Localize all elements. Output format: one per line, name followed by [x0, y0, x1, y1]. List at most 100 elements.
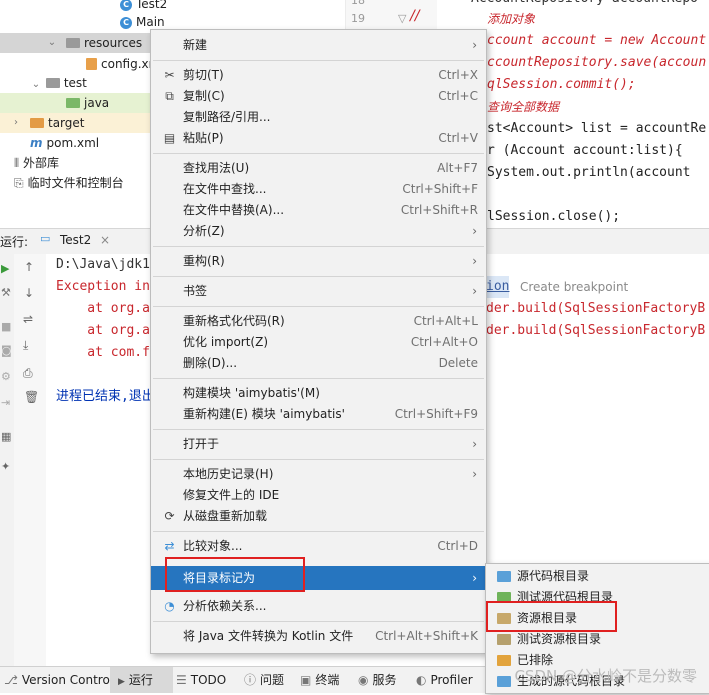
list-icon: ☰ [176, 673, 187, 687]
console-line: at org.a [56, 301, 150, 316]
chevron-right-icon: › [472, 571, 477, 585]
menu-item-build-module[interactable]: 构建模块 'aimybatis'(M) [151, 383, 486, 404]
run-tab[interactable]: ▶ 运行 [110, 667, 173, 693]
class-icon: C [120, 0, 132, 11]
menu-item-compare-with[interactable]: ⇄ 比较对象... Ctrl+D [151, 536, 486, 557]
submenu-item-sources-root[interactable]: 源代码根目录 [486, 566, 709, 587]
menu-item-repair-ide[interactable]: 修复文件上的 IDE [151, 485, 486, 506]
tree-item-scratches[interactable]: ⎘ 临时文件和控制台 [14, 173, 124, 193]
code-line: qlSession.commit(); [487, 77, 636, 92]
arrow-down-icon[interactable]: ↓ [24, 286, 34, 300]
menu-item-rebuild-module[interactable]: 重新构建(E) 模块 'aimybatis' Ctrl+Shift+F9 [151, 404, 486, 425]
menu-separator [153, 246, 484, 247]
chevron-right-icon: › [472, 38, 477, 52]
fold-icon[interactable]: ▽ [398, 12, 406, 25]
folder-icon [66, 37, 80, 48]
test-folder-icon [66, 97, 80, 108]
chevron-down-icon: ⌄ [31, 79, 41, 90]
maven-icon: m [30, 136, 43, 150]
rerun-icon[interactable]: ▶ [1, 262, 9, 275]
tree-item-target[interactable]: › target [0, 113, 150, 133]
tree-item-pom[interactable]: m pom.xml [30, 133, 99, 153]
dependency-icon: ◔ [164, 599, 175, 613]
menu-item-cut[interactable]: ✂ 剪切(T) Ctrl+X [151, 65, 486, 86]
menu-item-copy[interactable]: ⧉ 复制(C) Ctrl+C [151, 86, 486, 107]
console-line: 进程已结束,退出 [56, 389, 155, 404]
terminal-icon: ▣ [300, 673, 312, 687]
console-line: der.build(SqlSessionFactoryB [486, 301, 706, 316]
code-comment: 查询全部数据 [487, 100, 560, 114]
layout-icon[interactable]: ▦ [1, 430, 11, 443]
menu-item-reload-from-disk[interactable]: ⟳ 从磁盘重新加载 [151, 506, 486, 527]
menu-item-local-history[interactable]: 本地历史记录(H) › [151, 464, 486, 485]
version-control-tab[interactable]: ⎇ Version Control [4, 667, 113, 693]
console-line: Exception in [56, 279, 150, 294]
menu-item-optimize-imports[interactable]: 优化 import(Z) Ctrl+Alt+O [151, 332, 486, 353]
close-icon[interactable]: × [100, 233, 110, 247]
menu-item-find-in-files[interactable]: 在文件中查找... Ctrl+Shift+F [151, 179, 486, 200]
terminal-tab[interactable]: ▣ 终端 [300, 667, 339, 693]
chevron-right-icon: › [14, 117, 18, 128]
services-tab[interactable]: ◉ 服务 [358, 667, 397, 693]
code-line: ccount account = new Account [487, 33, 707, 48]
tree-item-external-libraries[interactable]: ⫴ 外部库 [14, 153, 59, 173]
menu-item-new[interactable]: 新建 › [151, 35, 486, 56]
arrow-up-icon[interactable]: ↑ [24, 260, 34, 274]
stop-icon[interactable]: ■ [1, 320, 11, 333]
menu-separator [153, 429, 484, 430]
copy-icon: ⧉ [165, 89, 174, 103]
code-line: System.out.println(account [487, 165, 691, 180]
create-breakpoint-hint[interactable]: Create breakpoint [520, 276, 628, 298]
wrench-icon[interactable]: ⚒ [1, 286, 11, 299]
excluded-folder-icon [30, 117, 44, 128]
pin-icon[interactable]: ✦ [1, 460, 10, 473]
soft-wrap-icon[interactable]: ⇌ [23, 312, 33, 326]
exit-icon[interactable]: ⇥ [1, 396, 10, 409]
menu-item-analyze[interactable]: 分析(Z) › [151, 221, 486, 242]
menu-item-analyze-dependencies[interactable]: ◔ 分析依赖关系... [151, 596, 486, 617]
menu-item-reformat[interactable]: 重新格式化代码(R) Ctrl+Alt+L [151, 311, 486, 332]
menu-item-refactor[interactable]: 重构(R) › [151, 251, 486, 272]
console-line: D:\Java\jdk1 [56, 257, 150, 272]
code-line: ccountRepository.save(accoun [487, 55, 707, 70]
console-line: at com.f [56, 345, 150, 360]
menu-item-find-usages[interactable]: 查找用法(U) Alt+F7 [151, 158, 486, 179]
scroll-to-end-icon[interactable]: ⤓ [23, 338, 28, 353]
menu-item-convert-to-kotlin[interactable]: 将 Java 文件转换为 Kotlin 文件 Ctrl+Alt+Shift+K [151, 626, 486, 647]
library-icon: ⫴ [14, 156, 20, 170]
play-icon: ▶ [118, 677, 125, 687]
tree-item-test[interactable]: ⌄ test [30, 73, 87, 93]
scratch-icon: ⎘ [14, 176, 24, 190]
profiler-icon: ◐ [416, 673, 427, 687]
run-label: 运行: [0, 235, 29, 249]
menu-item-paste[interactable]: ▤ 粘贴(P) Ctrl+V [151, 128, 486, 149]
profiler-tab[interactable]: ◐ Profiler [416, 667, 473, 693]
menu-item-delete[interactable]: 删除(D)... Delete [151, 353, 486, 374]
menu-item-copy-path[interactable]: 复制路径/引用... [151, 107, 486, 128]
settings-icon[interactable]: ⚙ [1, 370, 11, 383]
chevron-down-icon: ⌄ [47, 37, 57, 48]
problems-tab[interactable]: ⓘ 问题 [244, 667, 284, 693]
compare-icon: ⇄ [164, 539, 175, 553]
folder-icon [45, 77, 60, 88]
print-icon[interactable]: ⎙ [23, 366, 33, 381]
console-link[interactable]: ion [486, 276, 510, 298]
sources-folder-icon [497, 571, 511, 582]
todo-tab[interactable]: ☰ TODO [176, 667, 226, 693]
run-tools-strip: ↑ ↓ ⇌ ⤓ ⎙ 🗑 [14, 254, 47, 666]
highlight-box [486, 601, 617, 632]
console-line: at org.a [56, 323, 150, 338]
menu-item-replace-in-files[interactable]: 在文件中替换(A)... Ctrl+Shift+R [151, 200, 486, 221]
trash-icon[interactable]: 🗑 [24, 390, 39, 404]
menu-item-open-in[interactable]: 打开于 › [151, 434, 486, 455]
menu-separator [153, 60, 484, 61]
console-line: der.build(SqlSessionFactoryB [486, 323, 706, 338]
submenu-item-test-resources-root[interactable]: 测试资源根目录 [486, 629, 709, 650]
menu-item-bookmarks[interactable]: 书签 › [151, 281, 486, 302]
tree-item-java[interactable]: java [0, 93, 150, 113]
camera-icon[interactable]: ◙ [1, 344, 12, 357]
services-icon: ◉ [358, 673, 369, 687]
run-tab-test2[interactable]: Test2 [60, 233, 91, 247]
chevron-right-icon: › [472, 284, 477, 298]
code-comment: 添加对象 [487, 12, 536, 26]
